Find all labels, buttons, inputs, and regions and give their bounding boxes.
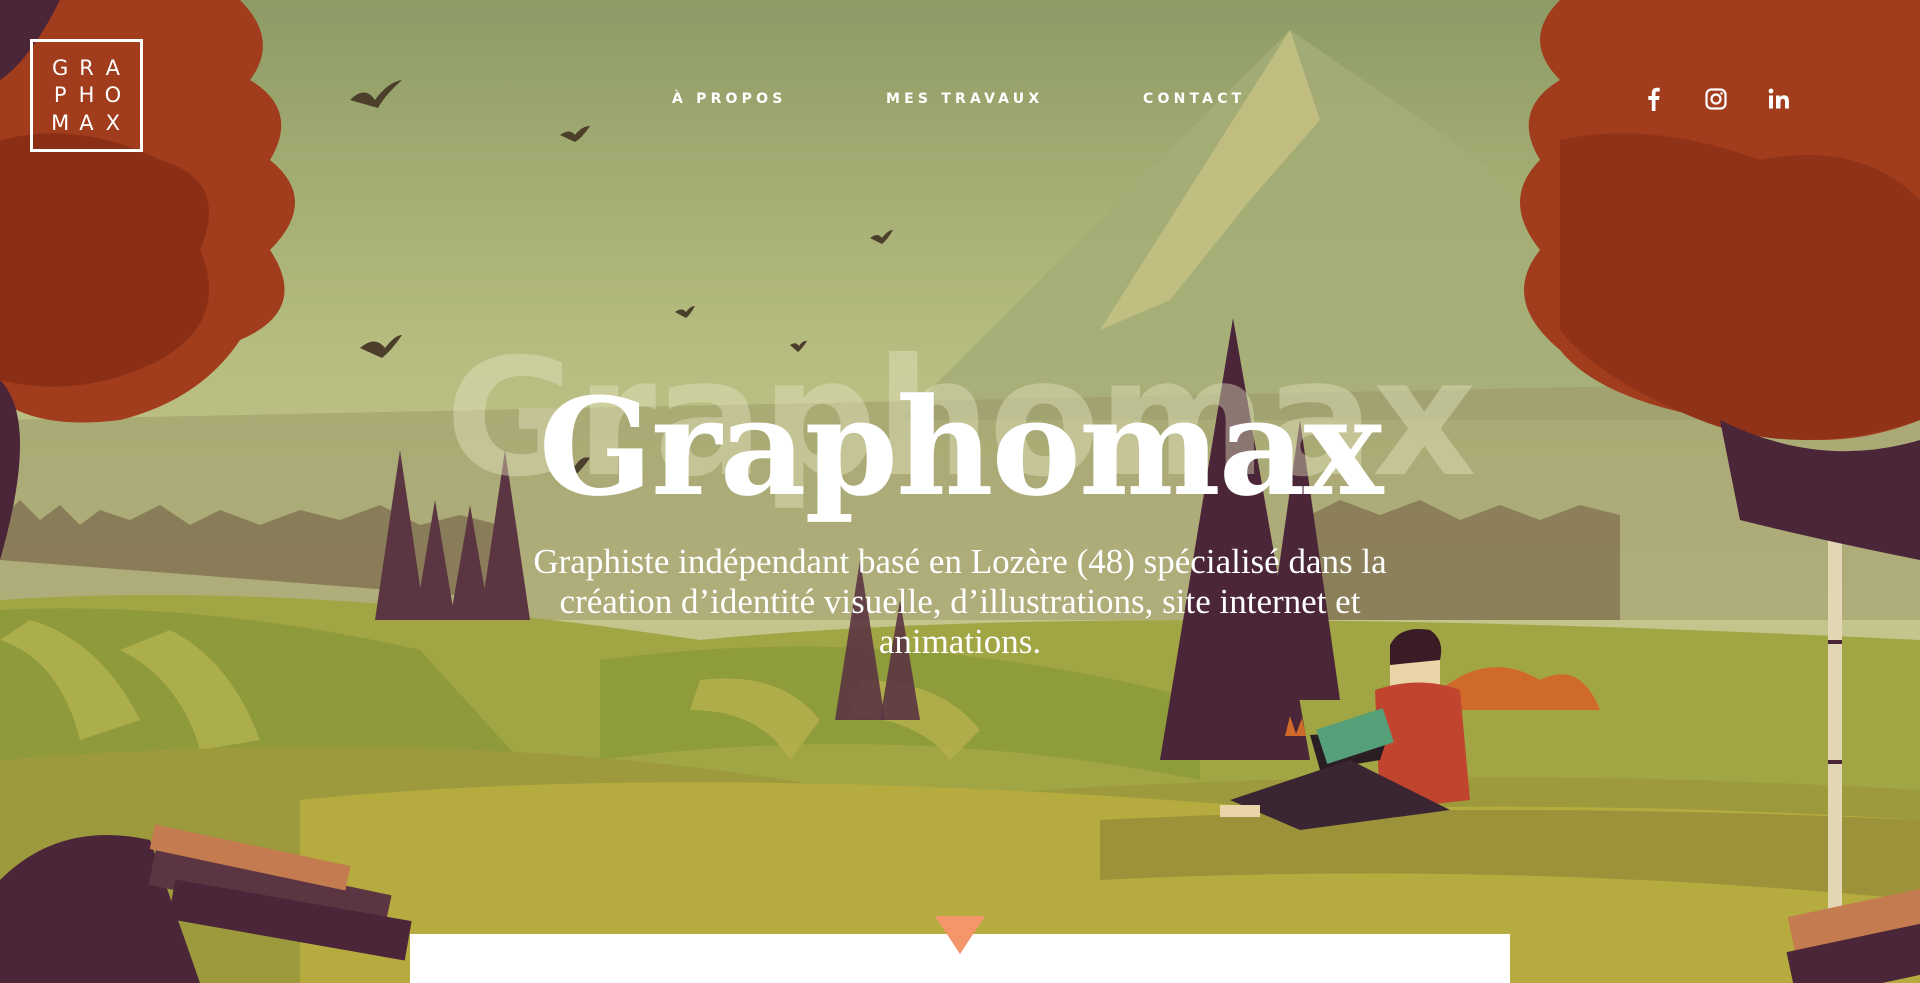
nav-item-contact[interactable]: CONTACT [1143,91,1245,107]
hero-subtitle: Graphiste indépendant basé en Lozère (48… [533,542,1387,661]
hero-title: Graphomax [538,368,1384,526]
logo-letter: R [79,55,94,80]
instagram-icon[interactable] [1699,82,1733,116]
nav-item-mes-travaux[interactable]: MES TRAVAUX [886,91,1043,107]
main-nav: À PROPOS MES TRAVAUX CONTACT [0,91,1920,111]
facebook-icon[interactable] [1636,82,1670,116]
scroll-down-icon[interactable] [935,916,985,959]
logo-letter: M [51,111,70,136]
logo-letter: G [52,55,69,80]
logo-letter: X [105,111,121,136]
nav-item-a-propos[interactable]: À PROPOS [672,91,787,107]
logo-letter: A [79,111,94,136]
logo-letter: A [105,55,121,80]
linkedin-icon[interactable] [1762,82,1796,116]
